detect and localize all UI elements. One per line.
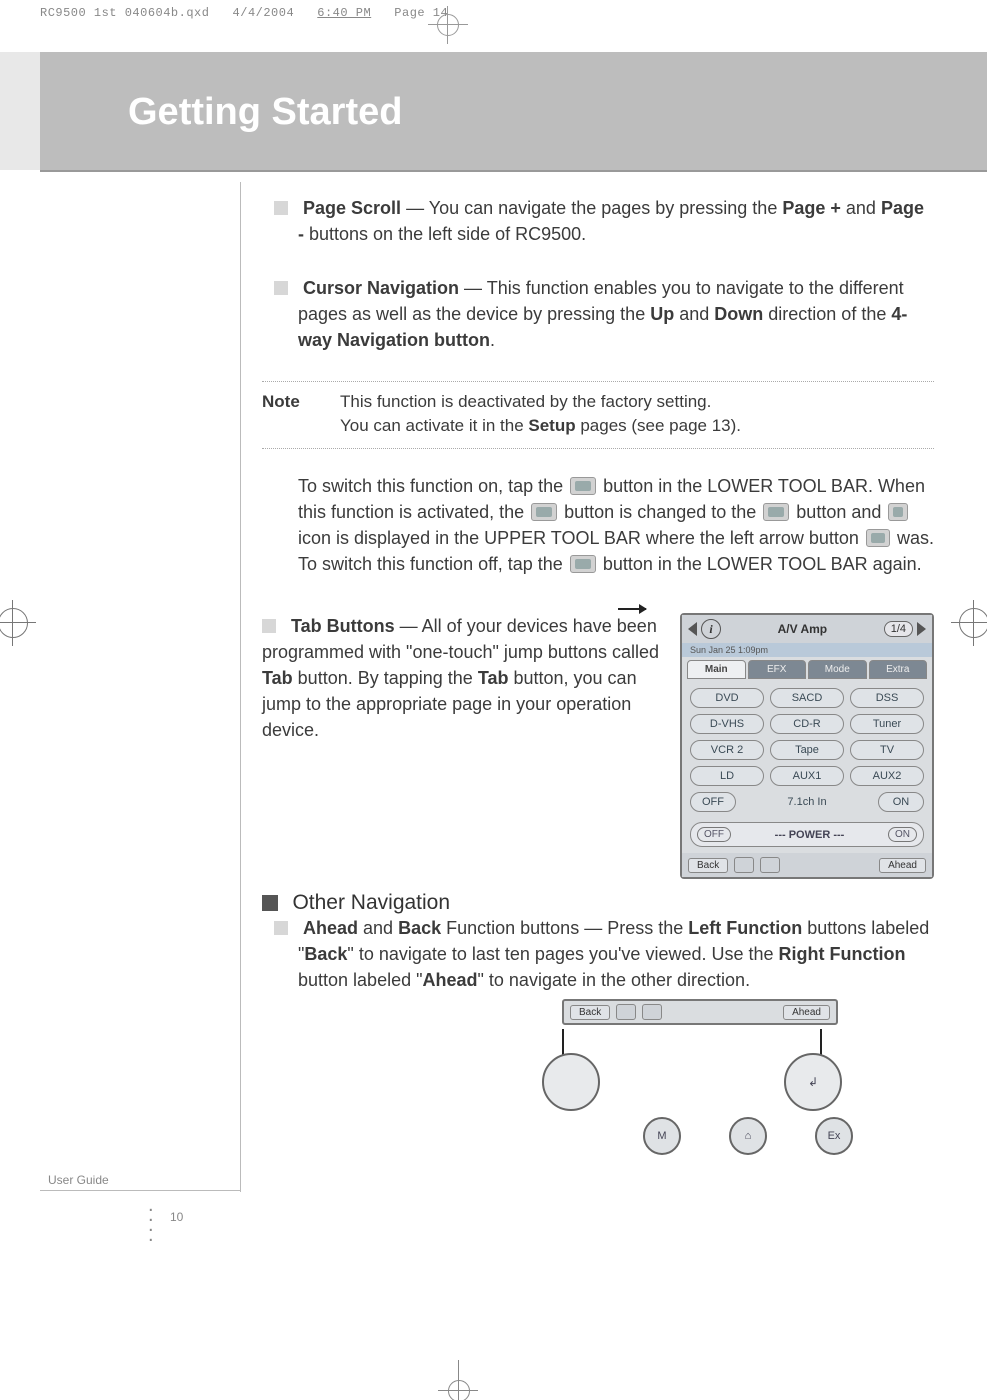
callout-line <box>820 1029 822 1057</box>
header-band-left <box>0 52 40 170</box>
tab-efx: EFX <box>748 660 807 679</box>
page-title: Getting Started <box>128 92 402 132</box>
tab-buttons-row: Tab Buttons — All of your devices have b… <box>262 613 934 879</box>
toolbar-icon <box>734 857 754 873</box>
body-column: Page Scroll — You can navigate the pages… <box>262 195 934 1155</box>
device-screenshot: i A/V Amp 1/4 Sun Jan 25 1:09pm Main EFX… <box>680 613 934 879</box>
off-btn: OFF <box>690 792 736 812</box>
small-buttons: M ⌂ Ex <box>643 1117 853 1155</box>
lower-tool-bar-strip: Back Ahead <box>562 999 838 1025</box>
device-grid: DVD SACD DSS D-VHS CD-R Tuner VCR 2 Tape… <box>682 682 932 792</box>
page: { "slug": { "file": "RC9500 1st 040604b.… <box>0 0 987 1400</box>
back-tab: Back <box>688 858 728 873</box>
page-number: 10 <box>170 1210 183 1224</box>
device-top-bar: i A/V Amp 1/4 <box>682 615 932 643</box>
tab-callout-arrow <box>618 608 646 610</box>
grid-btn: VCR 2 <box>690 740 764 760</box>
column-separator <box>240 182 241 1192</box>
next-arrow-icon <box>917 622 926 636</box>
tab-extra: Extra <box>869 660 928 679</box>
grid-btn: AUX2 <box>850 766 924 786</box>
left-arrow-icon <box>866 529 890 547</box>
grid-btn: Tape <box>770 740 844 760</box>
function-buttons: ↲ <box>542 1053 842 1111</box>
tab-mode: Mode <box>808 660 867 679</box>
ex-button: Ex <box>815 1117 853 1155</box>
toolbar-icon <box>760 857 780 873</box>
note-label: Note <box>262 390 340 438</box>
device-71ch-row: OFF 7.1ch In ON <box>682 792 932 818</box>
bullet-icon <box>262 619 276 633</box>
crop-mark <box>437 14 459 36</box>
slug-file: RC9500 1st 040604b.qxd <box>40 6 209 20</box>
back-tab: Back <box>570 1005 610 1020</box>
toolbar-toggle-alt-icon <box>570 555 596 573</box>
tab-main: Main <box>687 660 746 679</box>
lead: Page Scroll <box>303 198 401 218</box>
slug-date: 4/4/2004 <box>233 6 295 20</box>
page-scroll-item: Page Scroll — You can navigate the pages… <box>298 195 934 247</box>
device-bottom-bar: Back Ahead <box>682 853 932 877</box>
grid-btn: CD-R <box>770 714 844 734</box>
button-illustration: Back Ahead ↲ M ⌂ Ex <box>562 999 934 1155</box>
grid-btn: D-VHS <box>690 714 764 734</box>
header-rule <box>40 170 987 172</box>
ahead-tab: Ahead <box>879 858 926 873</box>
footer-dots: .... <box>148 1200 154 1240</box>
prev-arrow-icon <box>688 622 697 636</box>
grid-btn: Tuner <box>850 714 924 734</box>
on-btn: ON <box>878 792 924 812</box>
left-function-button <box>542 1053 600 1111</box>
note-block: Note This function is deactivated by the… <box>262 381 934 449</box>
device-datetime: Sun Jan 25 1:09pm <box>682 643 932 657</box>
grid-btn: AUX1 <box>770 766 844 786</box>
page-indicator: 1/4 <box>884 621 913 637</box>
bullet-icon <box>262 895 278 911</box>
power-label: --- POWER --- <box>731 829 888 841</box>
bullet-icon <box>274 281 288 295</box>
toolbar-toggle-alt-icon <box>763 503 789 521</box>
note-body: This function is deactivated by the fact… <box>340 390 934 438</box>
footer-rule <box>40 1190 240 1191</box>
m-button: M <box>643 1117 681 1155</box>
grid-btn: TV <box>850 740 924 760</box>
nav-indicator-icon <box>888 503 908 521</box>
other-nav-heading: Other Navigation <box>292 891 450 914</box>
device-tabs: Main EFX Mode Extra <box>682 657 932 682</box>
tab-buttons-text: Tab Buttons — All of your devices have b… <box>262 613 662 743</box>
info-icon: i <box>701 619 721 639</box>
power-off: OFF <box>697 827 731 842</box>
lead: Cursor Navigation <box>303 278 459 298</box>
grid-btn: DSS <box>850 688 924 708</box>
bullet-icon <box>274 921 288 935</box>
toolbar-toggle-icon <box>570 477 596 495</box>
cursor-nav-item: Cursor Navigation — This function enable… <box>298 275 934 353</box>
toolbar-toggle-icon <box>531 503 557 521</box>
toolbar-icon <box>616 1004 636 1020</box>
registration-mark <box>951 600 987 646</box>
ahead-tab: Ahead <box>783 1005 830 1020</box>
device-power-row: OFF --- POWER --- ON <box>690 822 924 847</box>
grid-btn: LD <box>690 766 764 786</box>
grid-btn: DVD <box>690 688 764 708</box>
user-guide-label: User Guide <box>48 1173 109 1187</box>
power-on: ON <box>888 827 917 842</box>
bullet-icon <box>274 201 288 215</box>
switch-paragraph: To switch this function on, tap the butt… <box>298 473 934 577</box>
prepress-slug: RC9500 1st 040604b.qxd 4/4/2004 6:40 PM … <box>40 6 448 20</box>
toolbar-icon <box>642 1004 662 1020</box>
device-title: A/V Amp <box>725 622 880 636</box>
other-nav-heading-row: Other Navigation <box>262 891 934 915</box>
slug-time: 6:40 PM <box>317 6 371 20</box>
grid-btn: SACD <box>770 688 844 708</box>
right-function-button: ↲ <box>784 1053 842 1111</box>
ahead-back-item: Ahead and Back Function buttons — Press … <box>298 915 934 993</box>
home-button: ⌂ <box>729 1117 767 1155</box>
registration-mark <box>0 600 36 646</box>
71ch-label: 7.1ch In <box>742 796 872 808</box>
